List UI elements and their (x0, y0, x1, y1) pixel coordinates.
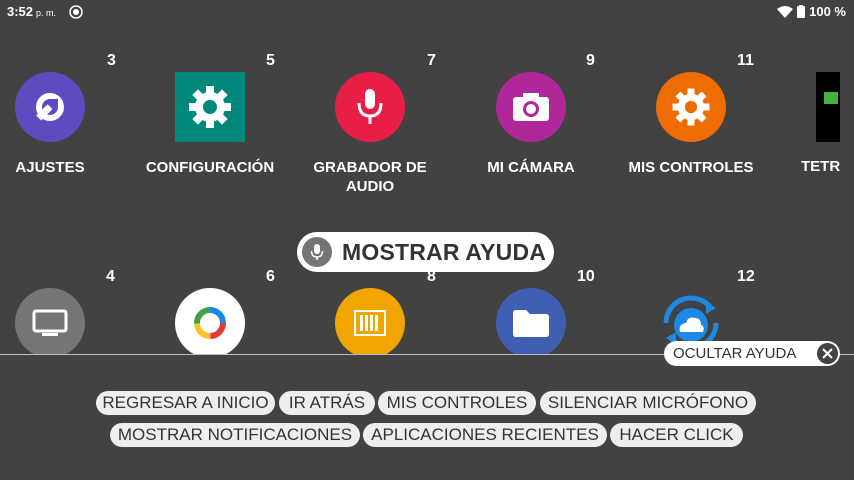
cmd-hacer-click[interactable]: HACER CLICK (610, 423, 743, 447)
battery-icon (797, 5, 806, 18)
cmd-aplicaciones-recientes[interactable]: APLICACIONES RECIENTES (363, 423, 607, 447)
wrench-icon (15, 72, 85, 142)
cmd-ir-atras[interactable]: IR ATRÁS (279, 391, 375, 415)
app-number: 3 (107, 52, 116, 69)
app-number: 4 (106, 268, 115, 285)
cmd-silenciar-microfono[interactable]: SILENCIAR MICRÓFONO (540, 391, 756, 415)
app-barcode[interactable]: 8 (290, 268, 450, 354)
app-files[interactable]: 10 (451, 268, 611, 354)
app-number: 11 (737, 52, 754, 69)
cmd-regresar-a-inicio[interactable]: REGRESAR A INICIO (96, 391, 275, 415)
app-label: MIS CONTROLES (628, 159, 754, 176)
app-number: 7 (427, 52, 436, 69)
app-label: TETR (801, 158, 841, 175)
app-number: 8 (427, 268, 436, 285)
cmd-mis-controles[interactable]: MIS CONTROLES (378, 391, 536, 415)
app-ring[interactable]: 6 (130, 268, 290, 354)
app-number: 12 (737, 268, 755, 285)
battery-percent: 100 % (809, 4, 846, 19)
app-number: 10 (577, 268, 595, 285)
tetris-icon (816, 72, 840, 142)
ring-icon (175, 288, 245, 354)
status-bar: 3:52 p. m. 100 % (0, 0, 854, 24)
app-configuracion[interactable]: 5 CONFIGURACIÓN (130, 52, 290, 202)
gear-icon (175, 72, 245, 142)
gear-icon (656, 72, 726, 142)
app-mi-camara[interactable]: 9 MI CÁMARA (451, 52, 611, 202)
clock: 3:52 p. m. (7, 4, 57, 19)
hotspot-icon (69, 5, 83, 19)
app-number: 9 (586, 52, 595, 69)
app-tv[interactable]: 4 (0, 268, 130, 354)
app-tetris[interactable]: TETR (800, 52, 854, 202)
app-label: GRABADOR DE AUDIO (313, 159, 427, 195)
microphone-icon (335, 72, 405, 142)
hide-help-label: OCULTAR AYUDA (673, 345, 797, 362)
app-label: MI CÁMARA (487, 159, 575, 176)
app-number: 5 (266, 52, 275, 69)
app-number: 6 (266, 268, 275, 285)
app-ajustes[interactable]: 3 AJUSTES (0, 52, 130, 202)
barcode-icon (335, 288, 405, 354)
tv-icon (15, 288, 85, 354)
hide-help-button[interactable]: OCULTAR AYUDA (664, 341, 840, 366)
app-grabador-de-audio[interactable]: 7 GRABADOR DE AUDIO (290, 52, 450, 202)
camera-icon (496, 72, 566, 142)
app-label: AJUSTES (15, 159, 85, 176)
wifi-icon (777, 5, 794, 18)
app-label: CONFIGURACIÓN (145, 159, 275, 176)
app-mis-controles[interactable]: 11 MIS CONTROLES (611, 52, 771, 202)
cmd-mostrar-notificaciones[interactable]: MOSTRAR NOTIFICACIONES (110, 423, 360, 447)
folder-icon (496, 288, 566, 354)
bottom-app-row: 4 6 8 10 12 (0, 260, 854, 354)
close-icon[interactable] (817, 343, 838, 364)
